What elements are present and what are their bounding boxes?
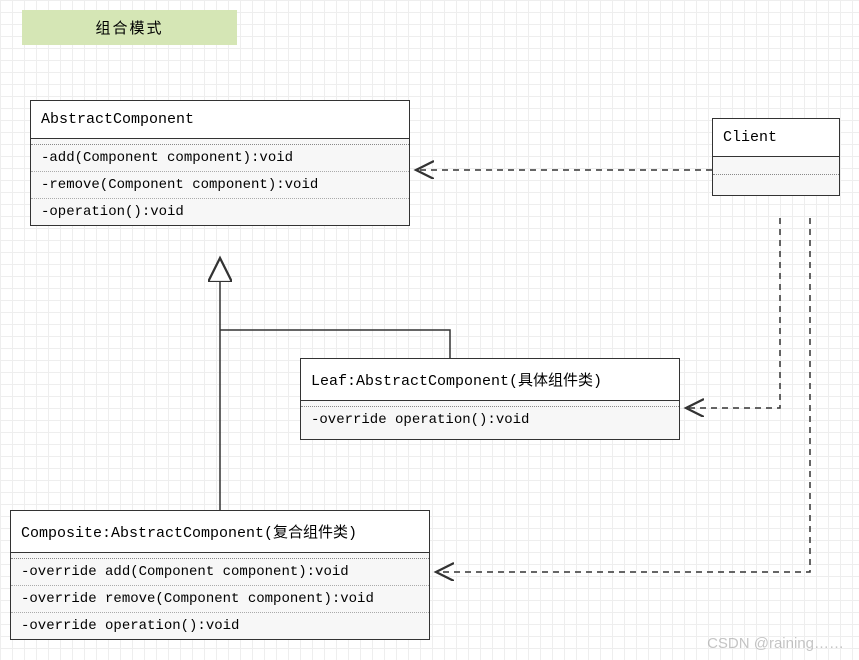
class-client: Client: [712, 118, 840, 196]
class-name: Leaf:AbstractComponent(具体组件类): [301, 359, 679, 401]
operation: -add(Component component):void: [31, 145, 409, 172]
class-composite: Composite:AbstractComponent(复合组件类) -over…: [10, 510, 430, 640]
class-name: AbstractComponent: [31, 101, 409, 139]
dependency-client-leaf: [686, 218, 780, 408]
watermark: CSDN @raining……: [707, 635, 844, 652]
operation: -override operation():void: [301, 407, 679, 433]
diagram-title: 组合模式: [22, 10, 237, 45]
class-name: Composite:AbstractComponent(复合组件类): [11, 511, 429, 553]
operation: -remove(Component component):void: [31, 172, 409, 199]
operation: -override remove(Component component):vo…: [11, 586, 429, 613]
operation: -override operation():void: [11, 613, 429, 639]
operation: -operation():void: [31, 199, 409, 225]
generalization-leaf: [220, 330, 450, 358]
operation: -override add(Component component):void: [11, 559, 429, 586]
class-leaf: Leaf:AbstractComponent(具体组件类) -override …: [300, 358, 680, 440]
class-abstract-component: AbstractComponent -add(Component compone…: [30, 100, 410, 226]
class-name: Client: [713, 119, 839, 157]
